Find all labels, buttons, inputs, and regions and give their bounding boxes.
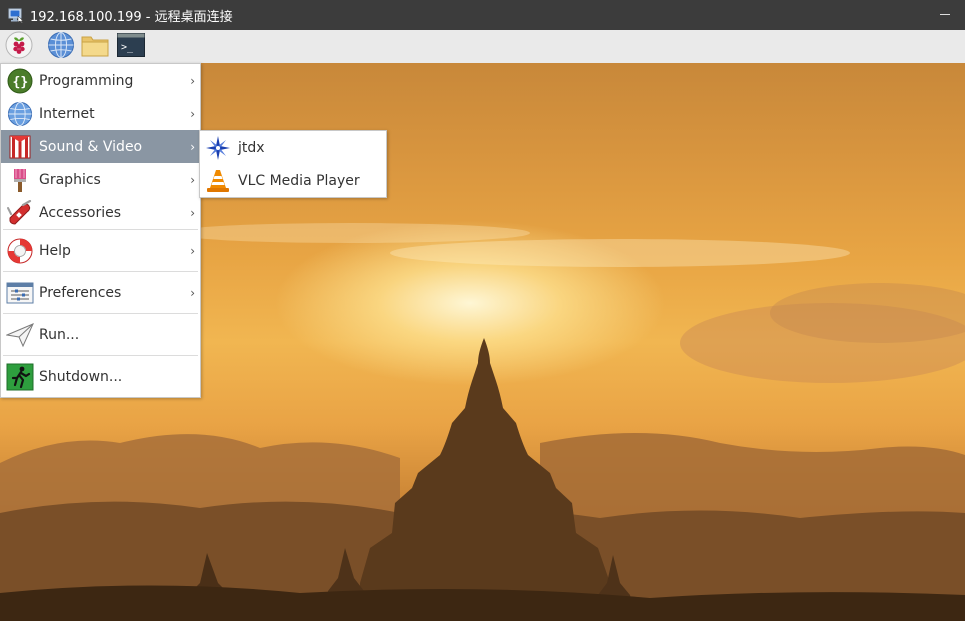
menu-item-help[interactable]: Help › — [1, 230, 200, 271]
menu-item-shutdown[interactable]: Shutdown... — [1, 356, 200, 397]
svg-text:>_: >_ — [121, 42, 134, 53]
menu-item-label: Shutdown... — [39, 368, 123, 385]
svg-text:{}: {} — [13, 75, 29, 90]
preferences-icon — [6, 279, 34, 307]
menu-item-label: Sound & Video — [39, 138, 143, 155]
globe-icon — [6, 100, 34, 128]
programming-icon: {} — [6, 67, 34, 95]
submenu-item-jtdx[interactable]: jtdx — [200, 131, 386, 164]
compass-star-icon — [204, 134, 232, 162]
menu-item-label: Graphics — [39, 171, 101, 188]
paintbrush-icon — [6, 166, 34, 194]
menu-item-label: Preferences — [39, 284, 122, 301]
submenu-item-label: VLC Media Player — [238, 172, 360, 189]
chevron-right-icon: › — [190, 285, 195, 300]
remote-desktop-icon — [8, 7, 24, 24]
submenu-item-vlc-media-player[interactable]: VLC Media Player — [200, 164, 386, 197]
chevron-right-icon: › — [190, 73, 195, 88]
taskbar-panel: >_ — [0, 30, 965, 64]
globe-icon — [47, 31, 75, 63]
chevron-right-icon: › — [190, 106, 195, 121]
application-menu: {} Programming › Internet › Sound & Vide… — [0, 63, 201, 398]
raspberry-icon — [5, 31, 33, 63]
terminal-button[interactable]: >_ — [116, 32, 146, 62]
menu-item-accessories[interactable]: Accessories › — [1, 196, 200, 229]
chevron-right-icon: › — [190, 172, 195, 187]
window-title: 192.168.100.199 - 远程桌面连接 — [30, 9, 233, 25]
swiss-knife-icon — [6, 199, 34, 227]
menu-item-label: Programming — [39, 72, 134, 89]
menu-item-preferences[interactable]: Preferences › — [1, 272, 200, 313]
menu-item-run[interactable]: Run... — [1, 314, 200, 355]
menu-item-label: Accessories — [39, 204, 122, 221]
lifebuoy-icon — [6, 237, 34, 265]
web-browser-button[interactable] — [46, 31, 76, 63]
chevron-right-icon: › — [190, 243, 195, 258]
menu-item-label: Run... — [39, 326, 80, 343]
menu-item-internet[interactable]: Internet › — [1, 97, 200, 130]
sound-video-icon — [6, 133, 34, 161]
menu-item-programming[interactable]: {} Programming › — [1, 64, 200, 97]
chevron-right-icon: › — [190, 205, 195, 220]
menu-item-sound-video[interactable]: Sound & Video › — [1, 130, 200, 163]
file-manager-button[interactable] — [80, 32, 110, 62]
menu-item-label: Help — [39, 242, 71, 259]
sound-video-submenu: jtdx VLC Media Player — [199, 130, 387, 198]
terminal-icon: >_ — [117, 32, 145, 61]
menu-item-label: Internet — [39, 105, 95, 122]
submenu-item-label: jtdx — [238, 139, 265, 156]
minimize-button[interactable] — [939, 8, 951, 20]
menu-item-graphics[interactable]: Graphics › — [1, 163, 200, 196]
paper-plane-icon — [6, 321, 34, 349]
folder-icon — [80, 32, 110, 62]
exit-icon — [6, 363, 34, 391]
raspberry-menu-button[interactable] — [4, 31, 34, 63]
window-titlebar: 192.168.100.199 - 远程桌面连接 — [0, 0, 965, 30]
vlc-cone-icon — [204, 167, 232, 195]
chevron-right-icon: › — [190, 139, 195, 154]
